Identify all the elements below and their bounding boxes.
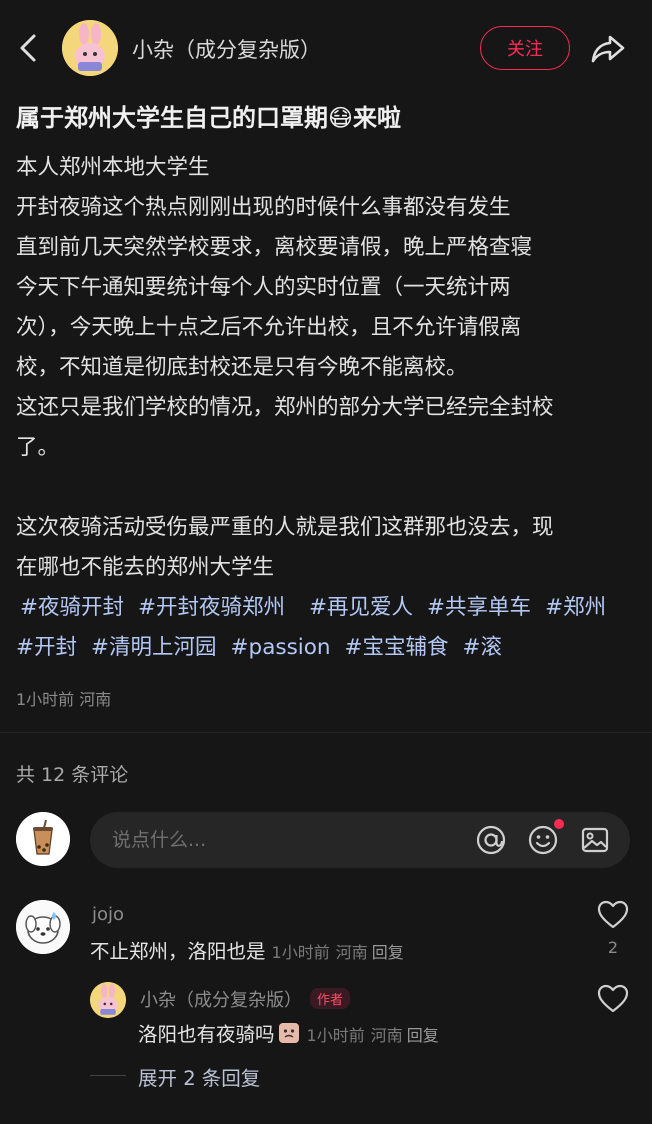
reply-text: 洛阳也有夜骑吗 1小时前 河南 回复 xyxy=(138,1018,439,1047)
hashtag[interactable]: #宝宝辅食 xyxy=(345,635,449,660)
back-button[interactable] xyxy=(14,28,44,68)
post-body-line xyxy=(16,468,640,508)
image-icon[interactable] xyxy=(578,823,612,857)
reply-reply-button[interactable]: 回复 xyxy=(407,1026,439,1045)
post-title: 属于郑州大学生自己的口罩期😷来啦 xyxy=(16,104,402,132)
comment-count: 共 12 条评论 xyxy=(16,764,129,786)
sticker-icon xyxy=(278,1023,299,1043)
post-body: 本人郑州本地大学生 开封夜骑这个热点刚刚出现的时候什么事都没有发生 直到前几天突… xyxy=(16,148,640,588)
post-location: 河南 xyxy=(79,690,112,709)
post-header: 小杂（成分复杂版） 关注 xyxy=(0,0,652,96)
comment-input-box[interactable] xyxy=(90,812,630,868)
post-meta: 1小时前 河南 xyxy=(16,686,111,710)
heart-icon[interactable] xyxy=(597,900,629,930)
hashtag[interactable]: #再见爱人 xyxy=(309,595,413,620)
divider xyxy=(0,732,652,733)
follow-button[interactable]: 关注 xyxy=(480,26,570,70)
current-user-avatar xyxy=(16,812,70,866)
expand-replies-button[interactable]: 展开 2 条回复 xyxy=(138,1062,260,1091)
reply-content: 洛阳也有夜骑吗 xyxy=(138,1023,275,1046)
author-avatar[interactable] xyxy=(62,20,118,76)
share-button[interactable] xyxy=(588,28,628,68)
post-body-line: 校，不知道是彻底封校还是只有今晚不能离校。 xyxy=(16,355,468,380)
emoji-icon[interactable] xyxy=(526,823,560,857)
post-body-line: 这次夜骑活动受伤最严重的人就是我们这群那也没去，现 xyxy=(16,515,554,540)
like-count: 2 xyxy=(607,938,619,957)
reply-location: 河南 xyxy=(370,1026,403,1045)
post-body-line: 在哪也不能去的郑州大学生 xyxy=(16,555,275,580)
notification-dot xyxy=(554,819,564,829)
comment-reply-button[interactable]: 回复 xyxy=(372,943,404,962)
comment-time: 1小时前 xyxy=(271,943,330,962)
post-body-line: 直到前几天突然学校要求，离校要请假，晚上严格查寝 xyxy=(16,235,533,260)
heart-icon[interactable] xyxy=(597,984,629,1014)
comment-text: 不止郑州，洛阳也是 1小时前 河南 回复 xyxy=(90,935,404,964)
reply-time: 1小时前 xyxy=(306,1026,365,1045)
hashtag[interactable]: #开封夜骑郑州 xyxy=(138,595,285,620)
comment-input[interactable] xyxy=(112,812,472,868)
post-body-line: 今天下午通知要统计每个人的实时位置（一天统计两 xyxy=(16,275,511,300)
chevron-left-icon xyxy=(20,34,36,62)
reply-username-text[interactable]: 小杂（成分复杂版） xyxy=(140,990,302,1011)
post-body-line: 了。 xyxy=(16,435,60,460)
hashtag[interactable]: #清明上河园 xyxy=(91,635,217,660)
post-time: 1小时前 xyxy=(16,690,75,709)
post-body-line: 这还只是我们学校的情况，郑州的部分大学已经完全封校 xyxy=(16,395,554,420)
hashtag[interactable]: #共享单车 xyxy=(427,595,531,620)
hashtag[interactable]: #开封 xyxy=(16,635,77,660)
post-tags: #夜骑开封 #开封夜骑郑州 #再见爱人 #共享单车 #郑州 #开封 #清明上河园 #passi… xyxy=(16,588,640,668)
reply-username: 小杂（成分复杂版） 作者 xyxy=(140,986,351,1012)
comment-location: 河南 xyxy=(335,943,368,962)
expand-divider xyxy=(90,1075,126,1076)
comment-avatar[interactable] xyxy=(16,900,70,954)
post-body-line: 开封夜骑这个热点刚刚出现的时候什么事都没有发生 xyxy=(16,195,511,220)
at-icon[interactable] xyxy=(474,823,508,857)
author-name[interactable]: 小杂（成分复杂版） xyxy=(132,34,321,64)
author-badge: 作者 xyxy=(310,988,351,1009)
hashtag[interactable]: #滚 xyxy=(463,635,503,660)
reply-avatar[interactable] xyxy=(90,982,126,1018)
hashtag[interactable]: #夜骑开封 xyxy=(20,595,124,620)
comment-content: 不止郑州，洛阳也是 xyxy=(90,940,266,963)
post-body-line: 次），今天晚上十点之后不允许出校，且不允许请假离 xyxy=(16,315,522,340)
post-body-line: 本人郑州本地大学生 xyxy=(16,155,210,180)
comment-username[interactable]: jojo xyxy=(92,904,124,925)
share-icon xyxy=(591,35,625,63)
hashtag[interactable]: #郑州 xyxy=(545,595,606,620)
hashtag[interactable]: #passion xyxy=(231,635,331,660)
